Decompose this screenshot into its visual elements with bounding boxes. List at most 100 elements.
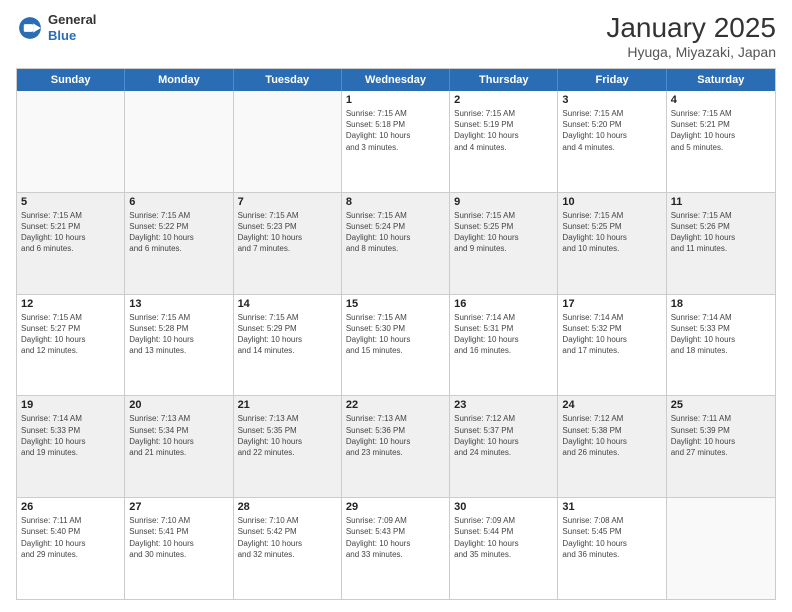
logo: General Blue	[16, 12, 96, 43]
day-info: Sunrise: 7:13 AMSunset: 5:36 PMDaylight:…	[346, 413, 445, 458]
day-number: 11	[671, 196, 771, 208]
day-number: 4	[671, 94, 771, 106]
day-number: 16	[454, 298, 553, 310]
logo-text: General Blue	[48, 12, 96, 43]
calendar-cell: 9 Sunrise: 7:15 AMSunset: 5:25 PMDaylight…	[450, 193, 558, 294]
calendar-cell: 15 Sunrise: 7:15 AMSunset: 5:30 PMDayligh…	[342, 295, 450, 396]
day-number: 8	[346, 196, 445, 208]
day-number: 30	[454, 501, 553, 513]
calendar-title: January 2025	[606, 12, 776, 44]
calendar-cell: 2 Sunrise: 7:15 AMSunset: 5:19 PMDaylight…	[450, 91, 558, 192]
day-info: Sunrise: 7:15 AMSunset: 5:25 PMDaylight:…	[562, 210, 661, 255]
calendar-cell: 11 Sunrise: 7:15 AMSunset: 5:26 PMDayligh…	[667, 193, 775, 294]
day-number: 26	[21, 501, 120, 513]
day-info: Sunrise: 7:15 AMSunset: 5:24 PMDaylight:…	[346, 210, 445, 255]
day-info: Sunrise: 7:11 AMSunset: 5:40 PMDaylight:…	[21, 515, 120, 560]
day-info: Sunrise: 7:15 AMSunset: 5:21 PMDaylight:…	[671, 108, 771, 153]
calendar-cell: 28 Sunrise: 7:10 AMSunset: 5:42 PMDayligh…	[234, 498, 342, 599]
day-number: 28	[238, 501, 337, 513]
day-info: Sunrise: 7:12 AMSunset: 5:37 PMDaylight:…	[454, 413, 553, 458]
calendar-cell: 26 Sunrise: 7:11 AMSunset: 5:40 PMDayligh…	[17, 498, 125, 599]
day-info: Sunrise: 7:15 AMSunset: 5:30 PMDaylight:…	[346, 312, 445, 357]
day-info: Sunrise: 7:14 AMSunset: 5:32 PMDaylight:…	[562, 312, 661, 357]
day-info: Sunrise: 7:08 AMSunset: 5:45 PMDaylight:…	[562, 515, 661, 560]
calendar-cell: 31Sunrise: 7:08 AMSunset: 5:45 PMDayligh…	[558, 498, 666, 599]
calendar-row-3: 12 Sunrise: 7:15 AMSunset: 5:27 PMDayligh…	[17, 295, 775, 397]
day-number: 13	[129, 298, 228, 310]
calendar-cell	[667, 498, 775, 599]
day-info: Sunrise: 7:15 AMSunset: 5:19 PMDaylight:…	[454, 108, 553, 153]
day-number: 24	[562, 399, 661, 411]
day-info: Sunrise: 7:14 AMSunset: 5:33 PMDaylight:…	[21, 413, 120, 458]
calendar-cell: 19 Sunrise: 7:14 AMSunset: 5:33 PMDayligh…	[17, 396, 125, 497]
weekday-header-sunday: Sunday	[17, 69, 125, 91]
calendar-row-5: 26 Sunrise: 7:11 AMSunset: 5:40 PMDayligh…	[17, 498, 775, 599]
calendar-cell: 6Sunrise: 7:15 AMSunset: 5:22 PMDaylight…	[125, 193, 233, 294]
calendar-cell: 30 Sunrise: 7:09 AMSunset: 5:44 PMDayligh…	[450, 498, 558, 599]
day-number: 17	[562, 298, 661, 310]
calendar-cell: 3 Sunrise: 7:15 AMSunset: 5:20 PMDaylight…	[558, 91, 666, 192]
day-number: 10	[562, 196, 661, 208]
calendar-row-4: 19 Sunrise: 7:14 AMSunset: 5:33 PMDayligh…	[17, 396, 775, 498]
weekday-header-saturday: Saturday	[667, 69, 775, 91]
day-info: Sunrise: 7:13 AMSunset: 5:34 PMDaylight:…	[129, 413, 228, 458]
day-number: 19	[21, 399, 120, 411]
day-number: 20	[129, 399, 228, 411]
day-number: 12	[21, 298, 120, 310]
calendar-body: 1 Sunrise: 7:15 AMSunset: 5:18 PMDaylight…	[17, 91, 775, 599]
day-info: Sunrise: 7:15 AMSunset: 5:23 PMDaylight:…	[238, 210, 337, 255]
day-number: 1	[346, 94, 445, 106]
weekday-header-monday: Monday	[125, 69, 233, 91]
day-number: 27	[129, 501, 228, 513]
day-info: Sunrise: 7:15 AMSunset: 5:18 PMDaylight:…	[346, 108, 445, 153]
calendar-cell: 24Sunrise: 7:12 AMSunset: 5:38 PMDayligh…	[558, 396, 666, 497]
day-number: 14	[238, 298, 337, 310]
title-block: January 2025 Hyuga, Miyazaki, Japan	[606, 12, 776, 60]
day-info: Sunrise: 7:15 AMSunset: 5:27 PMDaylight:…	[21, 312, 120, 357]
page: General Blue January 2025 Hyuga, Miyazak…	[0, 0, 792, 612]
day-info: Sunrise: 7:11 AMSunset: 5:39 PMDaylight:…	[671, 413, 771, 458]
day-number: 18	[671, 298, 771, 310]
day-info: Sunrise: 7:15 AMSunset: 5:20 PMDaylight:…	[562, 108, 661, 153]
calendar-cell: 23 Sunrise: 7:12 AMSunset: 5:37 PMDayligh…	[450, 396, 558, 497]
day-info: Sunrise: 7:14 AMSunset: 5:31 PMDaylight:…	[454, 312, 553, 357]
day-info: Sunrise: 7:15 AMSunset: 5:25 PMDaylight:…	[454, 210, 553, 255]
day-info: Sunrise: 7:14 AMSunset: 5:33 PMDaylight:…	[671, 312, 771, 357]
day-number: 23	[454, 399, 553, 411]
calendar-cell: 27 Sunrise: 7:10 AMSunset: 5:41 PMDayligh…	[125, 498, 233, 599]
calendar-row-1: 1 Sunrise: 7:15 AMSunset: 5:18 PMDaylight…	[17, 91, 775, 193]
calendar-cell: 10 Sunrise: 7:15 AMSunset: 5:25 PMDayligh…	[558, 193, 666, 294]
calendar-cell: 8 Sunrise: 7:15 AMSunset: 5:24 PMDaylight…	[342, 193, 450, 294]
calendar-cell: 29Sunrise: 7:09 AMSunset: 5:43 PMDayligh…	[342, 498, 450, 599]
day-number: 22	[346, 399, 445, 411]
day-number: 7	[238, 196, 337, 208]
calendar-cell: 14Sunrise: 7:15 AMSunset: 5:29 PMDayligh…	[234, 295, 342, 396]
calendar-cell: 22 Sunrise: 7:13 AMSunset: 5:36 PMDayligh…	[342, 396, 450, 497]
calendar-cell: 21Sunrise: 7:13 AMSunset: 5:35 PMDayligh…	[234, 396, 342, 497]
header: General Blue January 2025 Hyuga, Miyazak…	[16, 12, 776, 60]
day-info: Sunrise: 7:09 AMSunset: 5:44 PMDaylight:…	[454, 515, 553, 560]
day-info: Sunrise: 7:15 AMSunset: 5:22 PMDaylight:…	[129, 210, 228, 255]
day-number: 21	[238, 399, 337, 411]
day-number: 9	[454, 196, 553, 208]
day-number: 15	[346, 298, 445, 310]
calendar-cell: 17 Sunrise: 7:14 AMSunset: 5:32 PMDayligh…	[558, 295, 666, 396]
day-info: Sunrise: 7:10 AMSunset: 5:41 PMDaylight:…	[129, 515, 228, 560]
day-info: Sunrise: 7:15 AMSunset: 5:21 PMDaylight:…	[21, 210, 120, 255]
day-info: Sunrise: 7:10 AMSunset: 5:42 PMDaylight:…	[238, 515, 337, 560]
day-number: 3	[562, 94, 661, 106]
calendar-cell	[17, 91, 125, 192]
calendar-subtitle: Hyuga, Miyazaki, Japan	[606, 44, 776, 60]
calendar-cell: 1 Sunrise: 7:15 AMSunset: 5:18 PMDaylight…	[342, 91, 450, 192]
day-number: 2	[454, 94, 553, 106]
calendar-cell: 7 Sunrise: 7:15 AMSunset: 5:23 PMDaylight…	[234, 193, 342, 294]
calendar-cell: 13Sunrise: 7:15 AMSunset: 5:28 PMDayligh…	[125, 295, 233, 396]
calendar-header: SundayMondayTuesdayWednesdayThursdayFrid…	[17, 69, 775, 91]
weekday-header-friday: Friday	[558, 69, 666, 91]
calendar: SundayMondayTuesdayWednesdayThursdayFrid…	[16, 68, 776, 600]
calendar-cell	[125, 91, 233, 192]
day-info: Sunrise: 7:15 AMSunset: 5:26 PMDaylight:…	[671, 210, 771, 255]
day-info: Sunrise: 7:09 AMSunset: 5:43 PMDaylight:…	[346, 515, 445, 560]
day-number: 25	[671, 399, 771, 411]
calendar-cell: 25 Sunrise: 7:11 AMSunset: 5:39 PMDayligh…	[667, 396, 775, 497]
